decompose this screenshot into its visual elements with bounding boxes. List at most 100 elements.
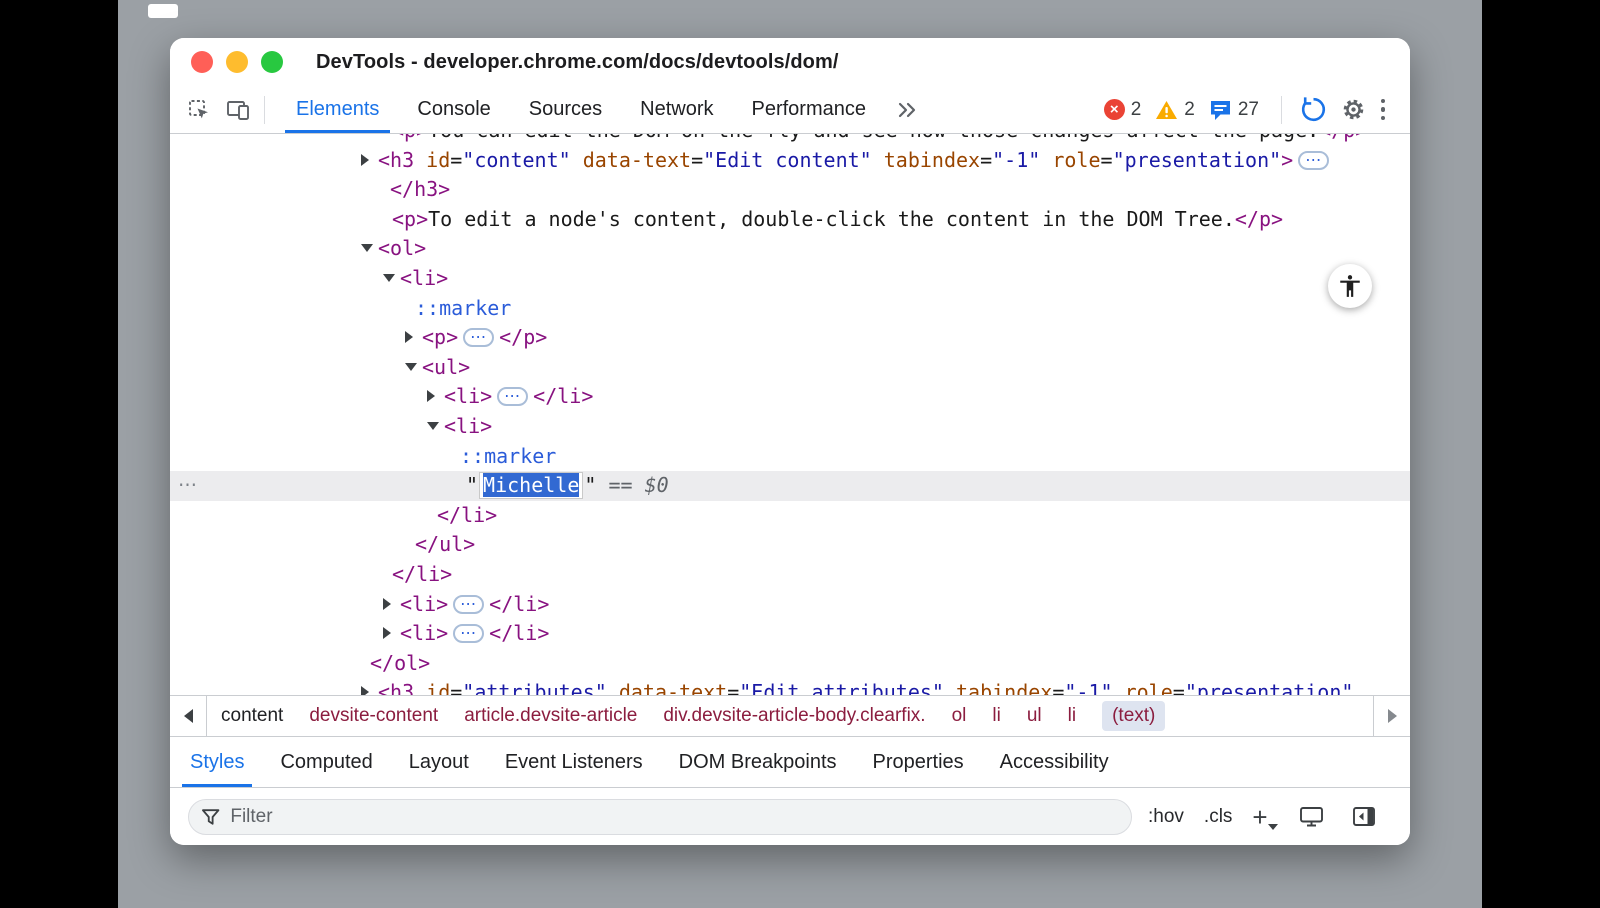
tab-network[interactable]: Network <box>621 86 732 133</box>
token-text: You can edit the DOM on the fly and see … <box>428 134 1319 142</box>
token-val: "-1" <box>992 148 1040 172</box>
toggle-element-state-button[interactable]: :hov <box>1148 806 1184 828</box>
tree-line[interactable]: <li> <box>170 264 1410 294</box>
breadcrumb-item[interactable]: article.devsite-article <box>464 705 637 727</box>
tree-line[interactable]: <li>⋯</li> <box>170 619 1410 649</box>
warnings-badge[interactable]: 2 <box>1155 99 1195 121</box>
tab-console[interactable]: Console <box>398 86 509 133</box>
accessibility-fab[interactable] <box>1328 264 1372 308</box>
panel-tab-event-listeners[interactable]: Event Listeners <box>487 737 661 787</box>
tree-line[interactable]: <li>⋯</li> <box>170 590 1410 620</box>
tab-elements[interactable]: Elements <box>277 86 398 133</box>
expand-arrow-right-icon[interactable] <box>361 154 369 166</box>
token-tag: </h3> <box>390 177 450 201</box>
breadcrumb-item[interactable]: ul <box>1027 705 1042 727</box>
tree-line[interactable]: ⋯"Michelle" == $0 <box>170 471 1410 501</box>
inline-expand-button[interactable]: ⋯ <box>1298 151 1329 170</box>
tree-line[interactable]: ::marker <box>170 442 1410 472</box>
tree-line[interactable]: </ul> <box>170 530 1410 560</box>
inline-expand-button[interactable]: ⋯ <box>453 595 484 614</box>
filter-field[interactable] <box>188 799 1132 835</box>
toolbar-divider <box>1281 96 1282 124</box>
panel-tab-computed[interactable]: Computed <box>262 737 390 787</box>
token-val: "-1" <box>1064 680 1112 695</box>
styles-filter-bar: :hov .cls + <box>170 788 1410 845</box>
inspect-element-icon[interactable] <box>182 93 216 127</box>
expand-arrow-down-icon[interactable] <box>361 244 373 252</box>
breadcrumb-item[interactable]: li <box>992 705 1000 727</box>
breadcrumb-item[interactable]: ol <box>952 705 967 727</box>
token-text: = <box>691 148 703 172</box>
toolbar-right-cluster: × 2 2 27 <box>1104 93 1396 127</box>
token-tag: </li> <box>533 384 593 408</box>
tree-line[interactable]: </li> <box>170 560 1410 590</box>
expand-arrow-right-icon[interactable] <box>427 390 435 402</box>
panel-tab-accessibility[interactable]: Accessibility <box>982 737 1127 787</box>
sync-icon[interactable] <box>1296 93 1330 127</box>
tree-line[interactable]: <li>⋯</li> <box>170 382 1410 412</box>
issues-badge[interactable]: 27 <box>1209 99 1259 121</box>
tab-sources[interactable]: Sources <box>510 86 621 133</box>
breadcrumb-scroll-left[interactable] <box>170 696 207 736</box>
expand-arrow-right-icon[interactable] <box>405 331 413 343</box>
token-text: To edit a node's content, double-click t… <box>428 207 1235 231</box>
expand-arrow-right-icon[interactable] <box>383 598 391 610</box>
tree-line[interactable]: <h3 id="content" data-text="Edit content… <box>170 146 1410 176</box>
inline-edit-box[interactable]: Michelle <box>479 472 583 499</box>
panel-tab-properties[interactable]: Properties <box>855 737 982 787</box>
tab-performance[interactable]: Performance <box>733 86 886 133</box>
tree-line[interactable]: </li> <box>170 501 1410 531</box>
expand-arrow-right-icon[interactable] <box>383 627 391 639</box>
new-style-rule-button[interactable]: + <box>1252 804 1275 830</box>
breadcrumb-item[interactable]: content <box>221 705 283 727</box>
breadcrumb-item[interactable]: (text) <box>1102 701 1165 731</box>
panel-tab-styles[interactable]: Styles <box>172 737 262 787</box>
caret-down-icon <box>1268 824 1278 830</box>
toolbar-divider <box>264 96 265 124</box>
device-toolbar-icon[interactable] <box>222 93 256 127</box>
screenshot-artifact <box>148 4 178 18</box>
tree-line[interactable]: </ol> <box>170 649 1410 679</box>
breadcrumb-item[interactable]: devsite-content <box>309 705 438 727</box>
expand-arrow-down-icon[interactable] <box>427 422 439 430</box>
token-pseudo: ::marker <box>460 444 556 468</box>
close-button[interactable] <box>191 51 213 73</box>
tree-line[interactable]: <p>⋯</p> <box>170 323 1410 353</box>
minimize-button[interactable] <box>226 51 248 73</box>
token-text: = <box>450 148 462 172</box>
inline-expand-button[interactable]: ⋯ <box>453 624 484 643</box>
tree-line[interactable]: </h3> <box>170 175 1410 205</box>
errors-badge[interactable]: × 2 <box>1104 99 1142 121</box>
token-tag: </ol> <box>370 651 430 675</box>
tree-line[interactable]: <p>To edit a node's content, double-clic… <box>170 205 1410 235</box>
filter-input[interactable] <box>230 806 1119 828</box>
error-icon: × <box>1104 99 1125 120</box>
settings-gear-icon[interactable] <box>1336 93 1370 127</box>
tree-line[interactable]: <ul> <box>170 353 1410 383</box>
maximize-button[interactable] <box>261 51 283 73</box>
tree-line[interactable]: ::marker <box>170 294 1410 324</box>
tree-line[interactable]: <p>You can edit the DOM on the fly and s… <box>170 134 1410 146</box>
panel-tab-layout[interactable]: Layout <box>391 737 487 787</box>
tree-line[interactable]: <ol> <box>170 234 1410 264</box>
kebab-menu-icon[interactable] <box>1370 95 1396 125</box>
inline-expand-button[interactable]: ⋯ <box>463 328 494 347</box>
breadcrumb-item[interactable]: div.devsite-article-body.clearfix. <box>663 705 925 727</box>
expand-arrow-right-icon[interactable] <box>361 686 369 695</box>
more-tabs-icon[interactable] <box>891 93 925 127</box>
token-text: = <box>1052 680 1064 695</box>
sidebar-panel-tabs: StylesComputedLayoutEvent ListenersDOM B… <box>170 737 1410 788</box>
element-classes-button[interactable]: .cls <box>1204 806 1233 828</box>
tree-line[interactable]: <li> <box>170 412 1410 442</box>
breadcrumb-item[interactable]: li <box>1068 705 1076 727</box>
panel-tab-dom-breakpoints[interactable]: DOM Breakpoints <box>661 737 855 787</box>
breadcrumb-bar: content devsite-content article.devsite-ar… <box>170 695 1410 737</box>
devtools-window: DevTools - developer.chrome.com/docs/dev… <box>170 38 1410 845</box>
toggle-sidebar-icon[interactable] <box>1348 801 1380 833</box>
tree-line[interactable]: <h3 id="attributes" data-text="Edit attr… <box>170 678 1410 695</box>
expand-arrow-down-icon[interactable] <box>405 363 417 371</box>
breadcrumb-scroll-right[interactable] <box>1373 696 1410 736</box>
rendering-emulations-icon[interactable] <box>1296 801 1328 833</box>
expand-arrow-down-icon[interactable] <box>383 274 395 282</box>
inline-expand-button[interactable]: ⋯ <box>497 387 528 406</box>
